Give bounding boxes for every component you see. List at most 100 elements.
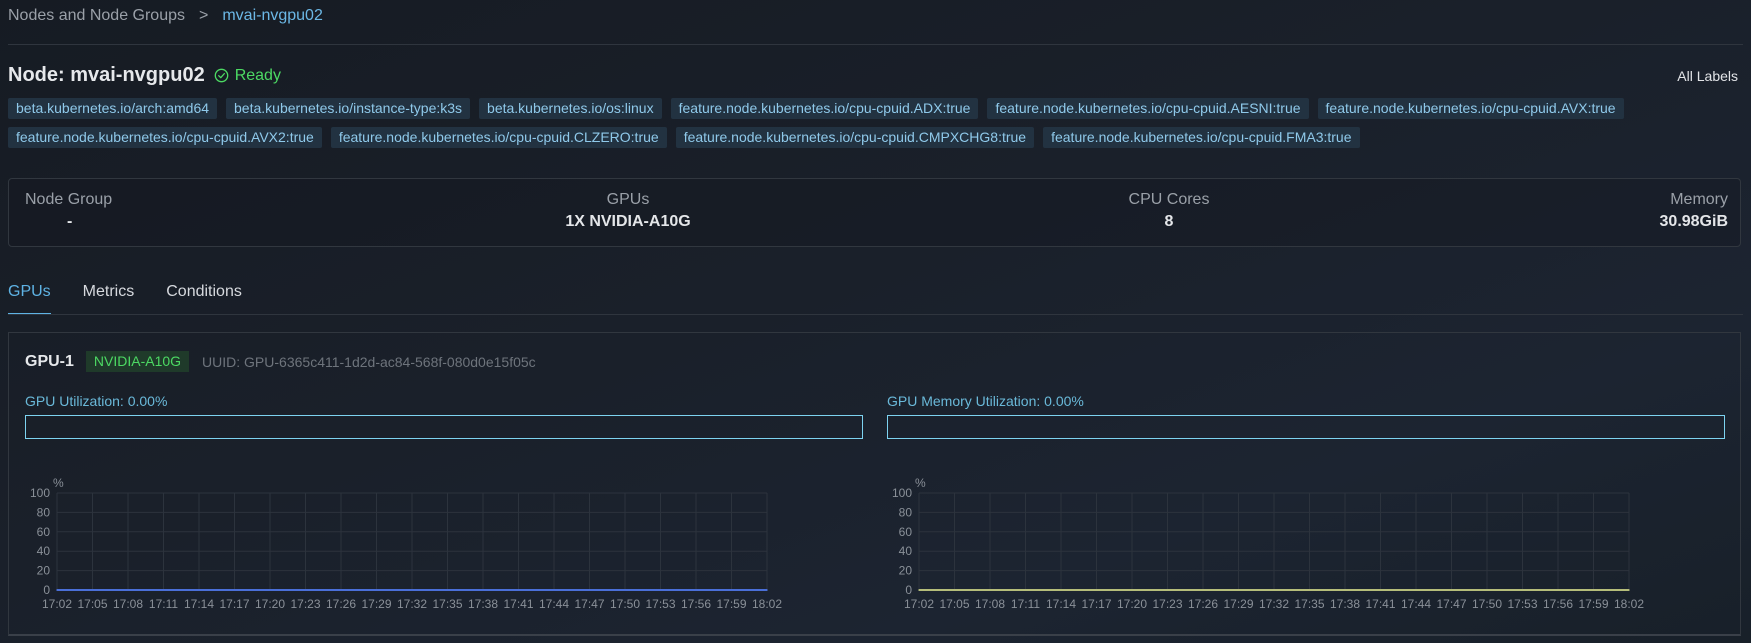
gpus-label: GPUs (606, 191, 650, 208)
node-header: Node: mvai-nvgpu02 Ready (8, 64, 281, 87)
data-point (766, 589, 768, 591)
node-group-label: Node Group (25, 191, 113, 208)
x-tick-label: 17:35 (432, 597, 462, 611)
data-point (198, 589, 200, 591)
x-tick-label: 17:20 (1117, 597, 1147, 611)
breadcrumb-root-link[interactable]: Nodes and Node Groups (8, 7, 185, 25)
tab-metrics[interactable]: Metrics (83, 283, 135, 315)
x-tick-label: 17:59 (716, 597, 746, 611)
y-tick-label: 80 (37, 505, 51, 519)
data-point (989, 589, 991, 591)
gpus-value: 1X NVIDIA-A10G (565, 213, 691, 230)
data-point (1557, 589, 1559, 591)
gpu-utilization-bar (25, 415, 863, 439)
all-labels-link[interactable]: All Labels (1677, 68, 1738, 84)
x-tick-label: 17:41 (503, 597, 533, 611)
gpu-utilization-label: GPU Utilization: 0.00% (25, 393, 168, 409)
x-tick-label: 17:38 (468, 597, 498, 611)
breadcrumb-current[interactable]: mvai-nvgpu02 (222, 7, 323, 25)
node-label-tag: feature.node.kubernetes.io/cpu-cpuid.ADX… (670, 98, 979, 119)
y-tick-label: 80 (899, 505, 913, 519)
x-tick-label: 17:32 (1259, 597, 1289, 611)
data-point (1060, 589, 1062, 591)
page-title: Node: mvai-nvgpu02 (8, 64, 205, 86)
y-tick-label: 60 (899, 525, 913, 539)
y-tick-label: 100 (30, 486, 50, 500)
x-tick-label: 17:14 (184, 597, 214, 611)
tab-conditions[interactable]: Conditions (166, 283, 242, 315)
y-tick-label: 0 (43, 583, 50, 597)
tab-gpus[interactable]: GPUs (8, 283, 51, 315)
gpu-memory-utilization-label: GPU Memory Utilization: 0.00% (887, 393, 1084, 409)
breadcrumb: Nodes and Node Groups > mvai-nvgpu02 (8, 7, 323, 25)
node-label-tag: beta.kubernetes.io/os:linux (479, 98, 662, 119)
data-point (446, 589, 449, 591)
data-point (1273, 589, 1275, 591)
x-tick-label: 17:23 (290, 597, 320, 611)
x-tick-label: 17:17 (219, 597, 249, 611)
data-point (659, 589, 662, 591)
data-point (1344, 589, 1346, 591)
data-point (730, 589, 733, 591)
x-tick-label: 17:44 (539, 597, 569, 611)
x-tick-label: 17:56 (1543, 597, 1573, 611)
data-point (233, 589, 236, 591)
memory-value: 30.98GiB (1659, 213, 1728, 230)
data-point (340, 589, 342, 591)
data-point (1379, 589, 1382, 591)
x-tick-label: 17:32 (397, 597, 427, 611)
gpu-name: GPU-1 (25, 352, 74, 370)
breadcrumb-separator: > (199, 7, 209, 24)
node-label-tag: feature.node.kubernetes.io/cpu-cpuid.CMP… (675, 127, 1035, 148)
gpu-utilization-chart-svg: % 0 20 40 60 80 100 17:02 17:05 17:08 17:11 17:14 17… (30, 476, 782, 611)
data-point (162, 589, 165, 591)
data-point (624, 589, 626, 591)
x-tick-label: 17:56 (681, 597, 711, 611)
x-tick-label: 17:14 (1046, 597, 1076, 611)
gpu-memory-utilization-chart-svg: % 0 20 40 60 80 100 17:02 17:05 17:08 17:11 17:14 17… (892, 476, 1644, 611)
gpu-model-badge: NVIDIA-A10G (85, 351, 190, 372)
data-point (269, 589, 271, 591)
y-tick-label: 20 (37, 564, 51, 578)
summary-node-group: Node Group - (25, 191, 112, 231)
data-point (1202, 589, 1204, 591)
gpu-memory-utilization-chart: % 0 20 40 60 80 100 17:02 17:05 17:08 17:11 17:14 17… (879, 463, 1719, 633)
gpu-header: GPU-1 NVIDIA-A10G UUID: GPU-6365c411-1d2… (25, 351, 536, 372)
node-label-tag: feature.node.kubernetes.io/cpu-cpuid.CLZ… (330, 127, 667, 148)
memory-label: Memory (1670, 191, 1728, 208)
x-tick-label: 17:05 (939, 597, 969, 611)
x-tick-label: 17:41 (1365, 597, 1395, 611)
x-tick-label: 17:29 (1223, 597, 1253, 611)
y-tick-label: 40 (37, 544, 51, 558)
gpu-uuid: UUID: GPU-6365c411-1d2d-ac84-568f-080d0e… (202, 353, 536, 370)
x-tick-label: 18:02 (1614, 597, 1644, 611)
x-tick-label: 17:11 (1011, 597, 1040, 611)
x-tick-label: 17:44 (1401, 597, 1431, 611)
data-point (56, 589, 58, 591)
data-point (953, 589, 956, 591)
cpu-cores-label: CPU Cores (1128, 191, 1210, 208)
data-point (517, 589, 520, 591)
x-tick-label: 17:50 (1472, 597, 1502, 611)
node-labels: beta.kubernetes.io/arch:amd64 beta.kubern… (8, 98, 1728, 148)
data-point (918, 589, 920, 591)
y-tick-label: 100 (892, 486, 912, 500)
data-point (1486, 589, 1488, 591)
data-point (1024, 589, 1027, 591)
data-point (1628, 589, 1630, 591)
x-tick-label: 17:20 (255, 597, 285, 611)
x-tick-label: 17:59 (1578, 597, 1608, 611)
header-divider (8, 44, 1743, 45)
x-tick-label: 17:08 (975, 597, 1005, 611)
x-tick-label: 17:11 (149, 597, 178, 611)
gpu-utilization: GPU Utilization: 0.00% (25, 393, 863, 439)
data-point (127, 589, 129, 591)
x-tick-label: 17:26 (1188, 597, 1218, 611)
summary-memory: Memory 30.98GiB (1660, 191, 1728, 231)
x-tick-label: 17:02 (42, 597, 72, 611)
node-label-tag: beta.kubernetes.io/arch:amd64 (8, 98, 218, 119)
data-point (1095, 589, 1098, 591)
x-tick-label: 17:29 (361, 597, 391, 611)
x-tick-label: 17:53 (1507, 597, 1537, 611)
x-tick-label: 17:17 (1081, 597, 1111, 611)
